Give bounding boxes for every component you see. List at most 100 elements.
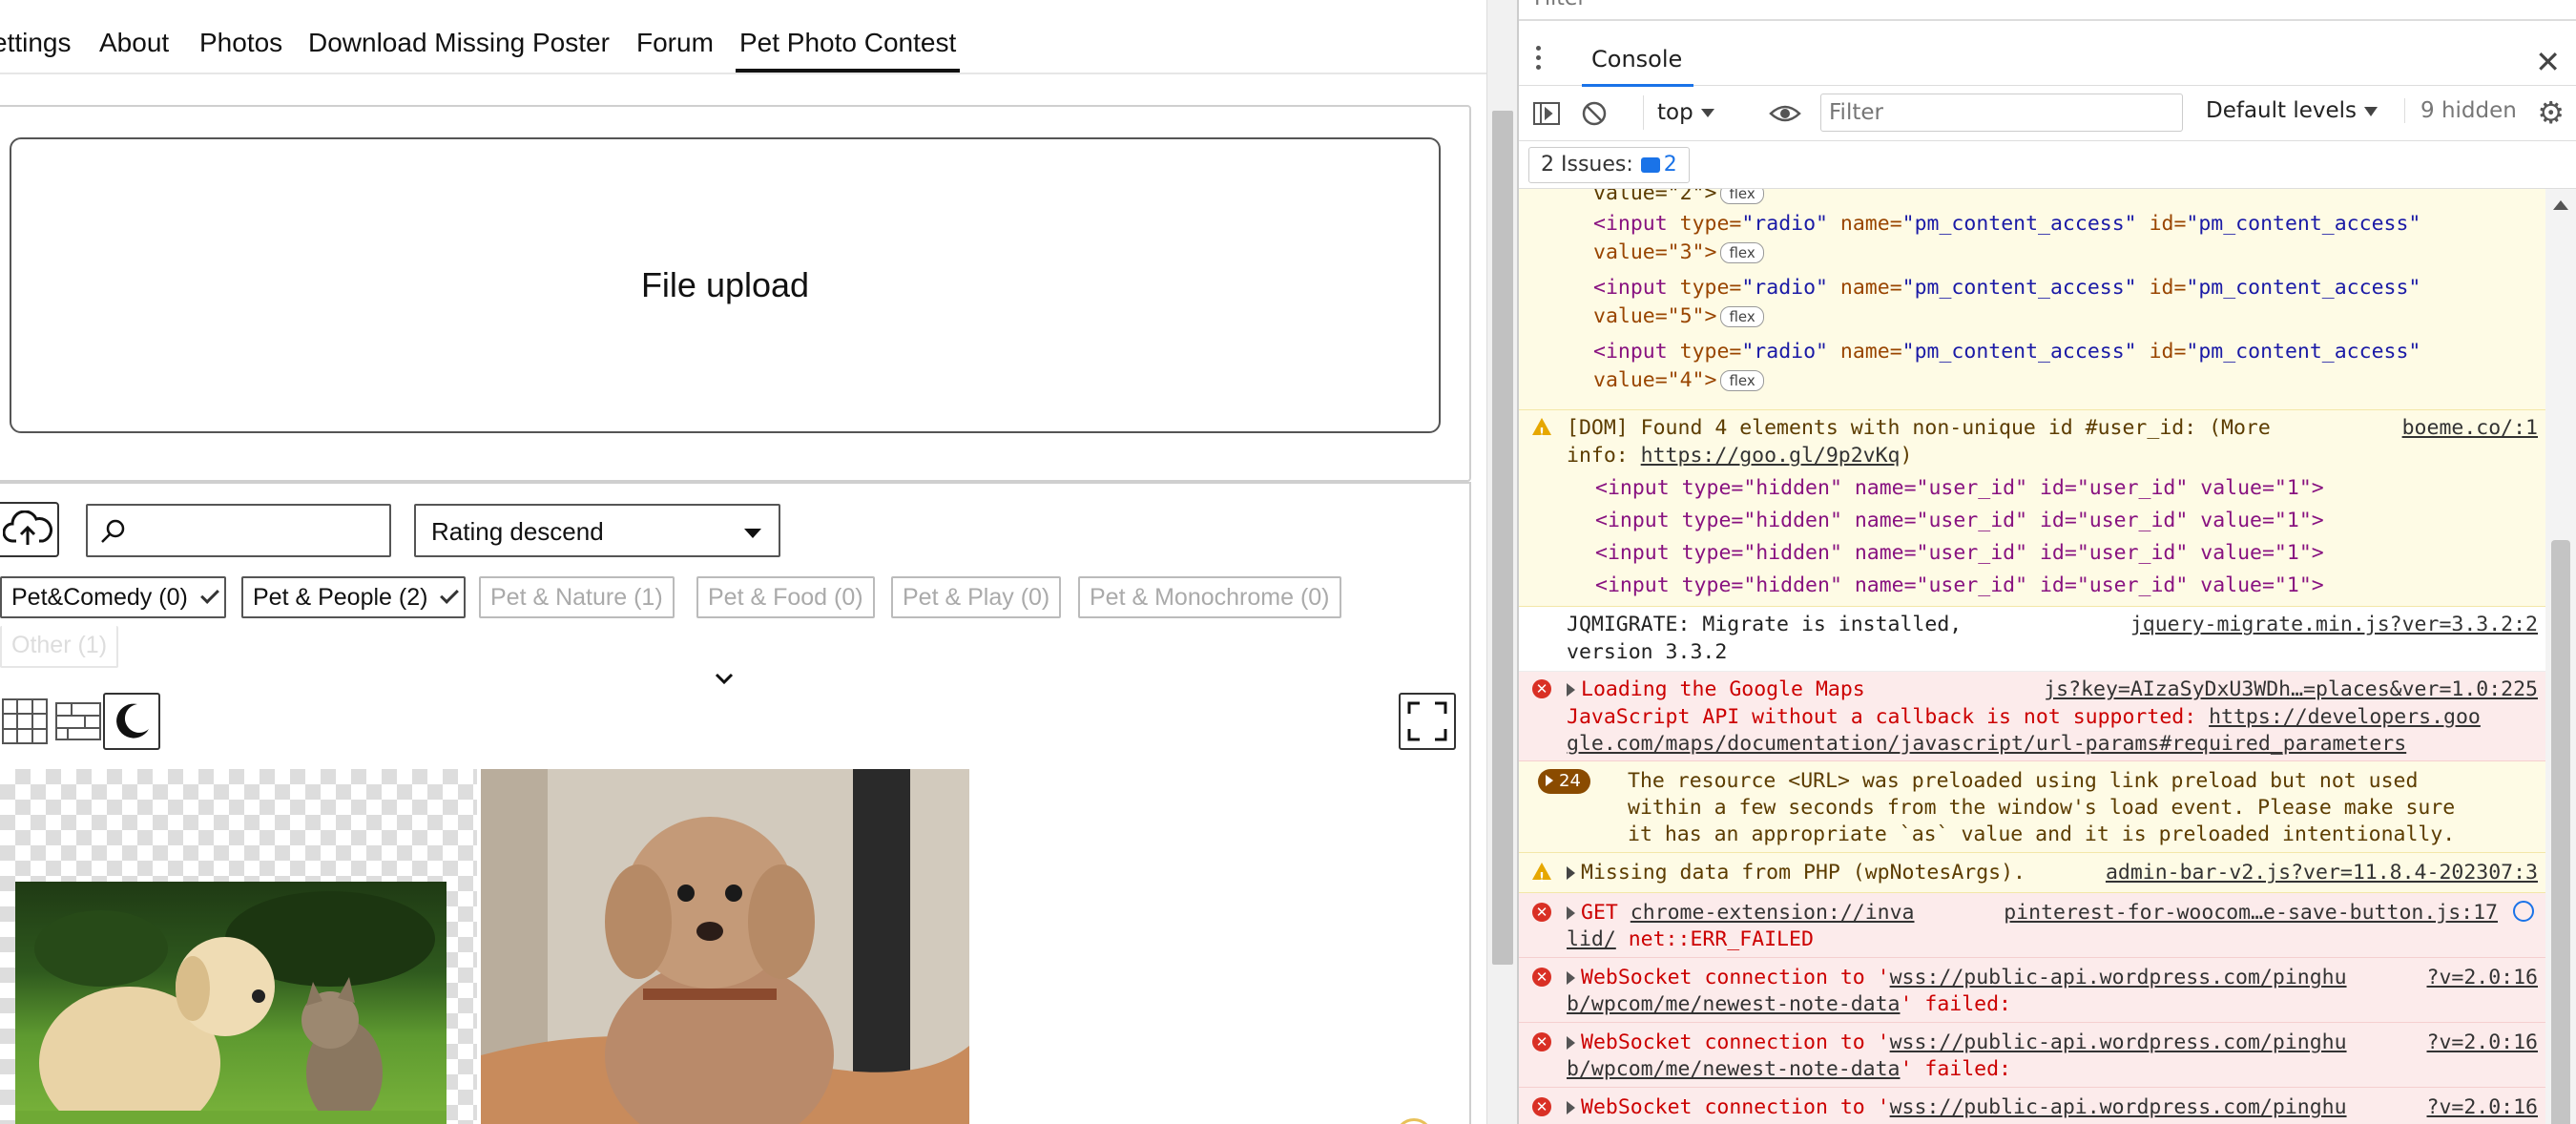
warning-icon [1532,418,1551,448]
code-token: "pm_content_access" [1901,340,2137,364]
filter-chip-pet-nature[interactable]: Pet & Nature (1) [479,576,675,618]
console-line: it has an appropriate `as` value and it … [1628,822,2456,846]
console-url-link[interactable]: https://developers.goo [2209,705,2481,729]
console-source-link[interactable]: ?v=2.0:16 [2427,1029,2539,1056]
console-filter-field[interactable] [1820,94,2183,132]
console-message-php-warning: Missing data from PHP (wpNotesArgs). adm… [1519,853,2547,893]
issues-bar: 2 Issues: 2 [1519,141,2576,189]
console-url-link[interactable]: wss://public-api.wordpress.com/pinghu [1890,1030,2347,1054]
context-select[interactable]: top [1643,95,1714,130]
console-source-link[interactable]: boeme.co/:1 [2402,414,2538,442]
nav-pet-photo-contest[interactable]: Pet Photo Contest [735,27,961,73]
log-levels-select[interactable]: Default levels [2206,98,2379,123]
flex-badge[interactable]: flex [1720,306,1764,327]
console-messages: value="2"> flex <input type="radio" name=… [1519,189,2547,1124]
expand-triangle-icon[interactable] [1567,906,1575,920]
close-icon[interactable]: ✕ [2535,44,2561,80]
console-url-link[interactable]: lid/ [1567,927,1616,951]
filter-chip-other[interactable]: Other (1) [0,626,119,668]
console-url-link[interactable]: gle.com/maps/documentation/javascript/ur… [1567,732,2406,756]
filter-chip-count: (1) [77,632,108,658]
masonry-view-icon[interactable] [50,693,107,750]
console-line: value="2"> flex [1593,189,1764,207]
console-source-link[interactable]: pinterest-for-woocom…e-save-button.js:17 [2004,899,2498,926]
moon-icon[interactable] [103,693,160,750]
issues-button[interactable]: 2 Issues: 2 [1528,147,1690,183]
nav-photos[interactable]: Photos [199,27,282,59]
more-tools-icon[interactable] [1536,46,1542,74]
file-upload-dropzone[interactable]: File upload [10,137,1441,433]
fullscreen-icon[interactable] [1399,693,1456,750]
code-token: "pm_content_access" [2186,340,2421,364]
expand-filters-chevron-icon[interactable] [714,668,735,689]
console-source-link[interactable]: ?v=2.0:16 [2427,1093,2539,1121]
console-source-link[interactable]: jquery-migrate.min.js?ver=3.3.2:2 [2130,611,2538,638]
console-url-link[interactable]: https://goo.gl/9p2vKq [1641,444,1901,468]
console-filter-input[interactable] [1829,96,2172,129]
drawer-header: Console ✕ [1519,34,2576,87]
console-message-websocket-error: ✕ WebSocket connection to 'wss://public-… [1519,958,2547,1023]
console-text: ' failed: [1900,992,2012,1016]
console-url-link[interactable]: wss://public-api.wordpress.com/pinghu [1890,1095,2347,1119]
console-source-link[interactable]: ?v=2.0:16 [2427,964,2539,991]
console-source-link[interactable]: admin-bar-v2.js?ver=11.8.4-202307:3 [2106,859,2538,886]
grid-view-icon[interactable] [0,693,53,750]
sidebar-toggle-icon[interactable] [1532,99,1561,128]
console-url-link[interactable]: b/wpcom/me/newest-note-data [1567,992,1901,1016]
filter-chip-pet-play[interactable]: Pet & Play (0) [891,576,1062,618]
console-line: info: https://goo.gl/9p2vKq) [1567,442,1912,469]
gear-icon[interactable]: ⚙ [2537,97,2565,128]
message-group-count-badge[interactable]: 24 [1538,769,1590,794]
expand-triangle-icon[interactable] [1567,866,1575,880]
cloud-upload-icon[interactable] [0,502,59,557]
console-scrollbar[interactable] [2545,189,2576,1124]
expand-triangle-icon[interactable] [1567,971,1575,985]
expand-triangle-icon[interactable] [1567,1101,1575,1114]
warning-icon [1532,863,1551,892]
scroll-up-arrow-icon[interactable] [2553,200,2568,210]
filter-chip-count: (0) [834,584,863,611]
clear-console-icon[interactable] [1580,99,1609,128]
page-scrollbar[interactable] [1486,0,1517,1124]
nav-settings[interactable]: ettings [0,27,72,59]
flex-badge[interactable]: flex [1720,189,1764,204]
nav-download-missing-poster[interactable]: Download Missing Poster [308,27,610,59]
console-text: Missing data from PHP (wpNotesArgs). [1581,861,2025,885]
filter-chip-pet-monochrome[interactable]: Pet & Monochrome (0) [1078,576,1341,618]
console-line: JavaScript API without a callback is not… [1567,703,2481,731]
expand-triangle-icon[interactable] [1567,1036,1575,1050]
console-line: version 3.3.2 [1567,640,1728,664]
console-line: <input type="radio" name="pm_content_acc… [1593,338,2420,365]
flex-badge[interactable]: flex [1720,242,1764,263]
network-request-icon[interactable] [2513,901,2534,922]
page-scrollbar-thumb[interactable] [1492,111,1513,965]
gallery-photo-puppy-kitten[interactable] [0,769,477,1124]
console-url-link[interactable]: b/wpcom/me/newest-note-data [1567,1057,1901,1081]
console-url-link[interactable]: chrome-extension://inva [1631,901,1915,925]
sort-select[interactable]: Rating descend [414,504,780,557]
console-scrollbar-thumb[interactable] [2551,540,2570,1124]
search-field[interactable] [86,504,391,557]
console-line: [DOM] Found 4 elements with non-unique i… [1567,416,2271,440]
live-expression-eye-icon[interactable] [1769,99,1801,128]
error-icon: ✕ [1532,679,1551,698]
filter-chip-pet-comedy[interactable]: Pet&Comedy (0) [0,576,226,618]
gallery-photo-poodle[interactable] [481,769,969,1124]
filter-chip-pet-people[interactable]: Pet & People (2) [241,576,467,618]
console-url-link[interactable]: wss://public-api.wordpress.com/pinghu [1890,966,2347,989]
group-count: 24 [1559,771,1581,791]
console-text: JavaScript API without a callback is not… [1567,705,2210,729]
nav-about[interactable]: About [99,27,169,59]
console-text: ) [1900,444,1913,468]
search-input[interactable] [141,511,380,550]
flex-badge[interactable]: flex [1720,370,1764,391]
console-line: lid/ net::ERR_FAILED [1567,926,1814,953]
code-token: "pm_content_access" [2186,212,2421,236]
tab-console[interactable]: Console [1581,46,1694,87]
issues-count: 2 [1663,153,1677,177]
nav-forum[interactable]: Forum [636,27,714,59]
console-line: <input type="hidden" name="user_id" id="… [1595,509,2324,532]
console-source-link[interactable]: js?key=AIzaSyDxU3WDh…=places&ver=1.0:225 [2044,676,2538,703]
filter-chip-pet-food[interactable]: Pet & Food (0) [696,576,875,618]
expand-triangle-icon[interactable] [1567,683,1575,697]
